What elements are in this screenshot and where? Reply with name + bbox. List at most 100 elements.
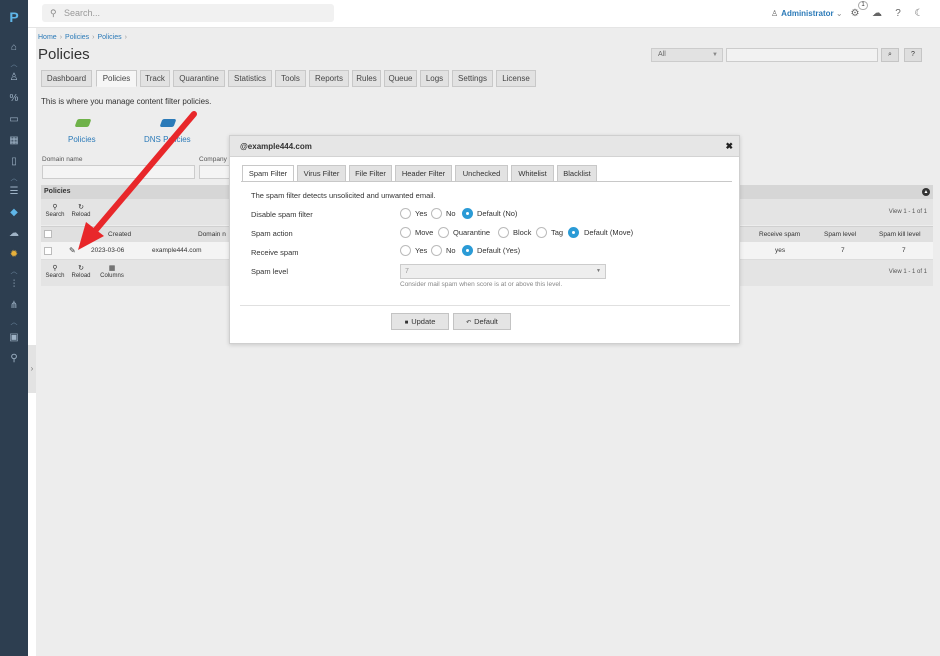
shield-icon[interactable]: ◆ — [6, 206, 22, 220]
percent-icon[interactable]: % — [6, 92, 22, 106]
action-tag-label[interactable]: Tag — [551, 228, 563, 237]
chevron-up-icon[interactable]: ︿ — [8, 175, 20, 182]
monitor-icon[interactable]: ▭ — [6, 113, 22, 127]
row-checkbox[interactable] — [44, 247, 52, 255]
update-button[interactable]: ■ Update — [391, 313, 449, 330]
quicklink-dns-policies[interactable]: DNS Policies — [144, 135, 191, 144]
close-icon[interactable]: ✖ — [725, 136, 733, 157]
tab-whitelist[interactable]: Whitelist — [511, 165, 554, 182]
col-spam-level[interactable]: Spam level — [824, 227, 856, 243]
tab-track[interactable]: Track — [140, 70, 170, 87]
receive-default-label[interactable]: Default (Yes) — [477, 246, 520, 255]
policies-icon[interactable] — [74, 119, 92, 127]
chevron-up-icon[interactable]: ︿ — [8, 61, 20, 68]
reload-button[interactable]: ↻ Reload — [69, 264, 93, 279]
select-all-checkbox[interactable] — [44, 230, 52, 238]
quicklink-policies[interactable]: Policies — [68, 135, 96, 144]
tab-rules[interactable]: Rules — [352, 70, 381, 87]
key-icon[interactable]: ⚲ — [6, 352, 22, 366]
action-default-radio[interactable] — [568, 227, 579, 238]
sidebar-expand-handle[interactable]: › — [28, 345, 36, 393]
reload-button[interactable]: ↻ Reload — [69, 203, 93, 218]
receive-yes-radio[interactable] — [400, 245, 411, 256]
tab-unchecked[interactable]: Unchecked — [455, 165, 508, 182]
receive-no-radio[interactable] — [431, 245, 442, 256]
cloud-icon[interactable]: ☁ — [870, 7, 884, 21]
receive-no-label[interactable]: No — [446, 246, 456, 255]
tab-reports[interactable]: Reports — [309, 70, 349, 87]
disable-no-label[interactable]: No — [446, 209, 456, 218]
tab-tools[interactable]: Tools — [275, 70, 306, 87]
tab-quarantine[interactable]: Quarantine — [173, 70, 225, 87]
default-button[interactable]: ↶ Default — [453, 313, 511, 330]
domain-filter-input[interactable] — [42, 165, 195, 179]
receive-default-radio[interactable] — [462, 245, 473, 256]
sliders-icon[interactable]: ⫶ — [6, 278, 22, 292]
col-receive-spam[interactable]: Receive spam — [759, 227, 800, 243]
action-quarantine-label[interactable]: Quarantine — [453, 228, 490, 237]
action-block-label[interactable]: Block — [513, 228, 531, 237]
help-button[interactable]: ? — [904, 48, 922, 62]
filter-search-input[interactable] — [726, 48, 878, 62]
collapse-icon[interactable]: ▲ — [922, 188, 930, 196]
caret-down-icon: ▼ — [712, 52, 718, 58]
tab-queue[interactable]: Queue — [384, 70, 417, 87]
undo-icon: ↶ — [466, 320, 472, 326]
tab-settings[interactable]: Settings — [452, 70, 493, 87]
home-icon[interactable]: ⌂ — [6, 41, 22, 55]
columns-button[interactable]: ▦ Columns — [97, 264, 127, 279]
tab-file-filter[interactable]: File Filter — [349, 165, 392, 182]
search-button[interactable]: ⌕ — [881, 48, 899, 62]
action-move-label[interactable]: Move — [415, 228, 433, 237]
book-icon[interactable]: ▯ — [6, 155, 22, 169]
app-logo[interactable]: P — [0, 0, 28, 34]
search-label: Search — [45, 273, 65, 279]
list-icon[interactable]: ☰ — [6, 185, 22, 199]
action-quarantine-radio[interactable] — [438, 227, 449, 238]
tab-dashboard[interactable]: Dashboard — [41, 70, 92, 87]
receive-yes-label[interactable]: Yes — [415, 246, 427, 255]
action-default-label[interactable]: Default (Move) — [584, 228, 633, 237]
action-move-radio[interactable] — [400, 227, 411, 238]
cloud-icon[interactable]: ☁ — [6, 227, 22, 241]
spam-level-select[interactable]: 7 ▼ — [400, 264, 606, 279]
user-menu[interactable]: ♙ Administrator ⌄ — [771, 9, 843, 18]
user-icon[interactable]: ♙ — [6, 71, 22, 85]
disable-no-radio[interactable] — [431, 208, 442, 219]
action-tag-radio[interactable] — [536, 227, 547, 238]
spam-level-hint: Consider mail spam when score is at or a… — [400, 281, 563, 288]
col-created[interactable]: Created — [108, 227, 131, 243]
col-spam-kill-level[interactable]: Spam kill level — [879, 227, 921, 243]
tab-license[interactable]: License — [496, 70, 536, 87]
disable-default-label[interactable]: Default (No) — [477, 209, 517, 218]
global-search-input[interactable]: ⚲ Search... — [42, 4, 334, 22]
tab-virus-filter[interactable]: Virus Filter — [297, 165, 346, 182]
dns-policies-icon[interactable] — [159, 119, 177, 127]
col-domain[interactable]: Domain n — [198, 227, 226, 243]
disable-default-radio[interactable] — [462, 208, 473, 219]
tab-logs[interactable]: Logs — [420, 70, 449, 87]
chevron-up-icon[interactable]: ︿ — [8, 268, 20, 275]
chevron-up-icon[interactable]: ︿ — [8, 319, 20, 326]
edit-icon[interactable]: ✎ — [69, 242, 76, 260]
search-button[interactable]: ⚲ Search — [43, 203, 67, 218]
grid-icon[interactable]: ▦ — [6, 134, 22, 148]
tab-statistics[interactable]: Statistics — [228, 70, 272, 87]
tab-blacklist[interactable]: Blacklist — [557, 165, 597, 182]
filter-select[interactable]: All ▼ — [651, 48, 723, 62]
settings-icon[interactable]: ✹ — [6, 248, 22, 262]
node-icon[interactable]: ⋔ — [6, 299, 22, 313]
help-icon[interactable]: ? — [891, 7, 905, 21]
tab-policies[interactable]: Policies — [96, 70, 137, 87]
breadcrumb-home[interactable]: Home — [38, 34, 57, 41]
search-button[interactable]: ⚲ Search — [43, 264, 67, 279]
disable-yes-radio[interactable] — [400, 208, 411, 219]
tab-spam-filter[interactable]: Spam Filter — [242, 165, 294, 182]
disable-yes-label[interactable]: Yes — [415, 209, 427, 218]
tab-header-filter[interactable]: Header Filter — [395, 165, 452, 182]
breadcrumb-policies-current[interactable]: Policies — [98, 34, 122, 41]
box-icon[interactable]: ▣ — [6, 331, 22, 345]
breadcrumb-policies[interactable]: Policies — [65, 34, 89, 41]
action-block-radio[interactable] — [498, 227, 509, 238]
moon-icon[interactable]: ☾ — [912, 7, 926, 21]
